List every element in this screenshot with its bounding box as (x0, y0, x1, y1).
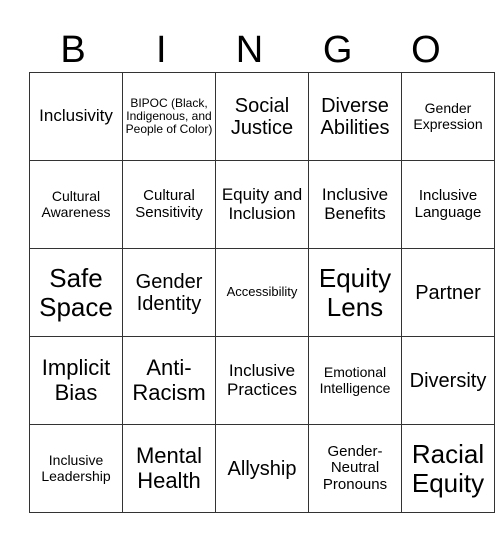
grid-row: Safe Space Gender Identity Accessibility… (29, 248, 495, 337)
bingo-cell[interactable]: Diverse Abilities (308, 72, 402, 161)
bingo-cell[interactable]: Implicit Bias (29, 336, 123, 425)
grid-row: Cultural Awareness Cultural Sensitivity … (29, 160, 495, 249)
bingo-cell[interactable]: Inclusive Language (401, 160, 495, 249)
bingo-cell[interactable]: Cultural Sensitivity (122, 160, 216, 249)
grid-row: Inclusivity BIPOC (Black, Indigenous, an… (29, 72, 495, 161)
grid-row: Implicit Bias Anti-Racism Inclusive Prac… (29, 336, 495, 425)
bingo-cell[interactable]: Gender Expression (401, 72, 495, 161)
bingo-cell[interactable]: Inclusivity (29, 72, 123, 161)
bingo-cell[interactable]: Allyship (215, 424, 309, 513)
bingo-cell[interactable]: Equity Lens (308, 248, 402, 337)
bingo-cell[interactable]: Gender Identity (122, 248, 216, 337)
bingo-cell[interactable]: Gender-Neutral Pronouns (308, 424, 402, 513)
header-letter-b: B (60, 29, 86, 71)
bingo-header: B I N G O (29, 28, 470, 72)
bingo-cell[interactable]: Emotional Intelligence (308, 336, 402, 425)
bingo-cell[interactable]: Cultural Awareness (29, 160, 123, 249)
header-letter-n: N (235, 29, 264, 71)
bingo-cell[interactable]: BIPOC (Black, Indigenous, and People of … (122, 72, 216, 161)
header-letter-o: O (411, 29, 441, 71)
bingo-cell[interactable]: Inclusive Leadership (29, 424, 123, 513)
bingo-cell[interactable]: Racial Equity (401, 424, 495, 513)
bingo-cell[interactable]: Safe Space (29, 248, 123, 337)
bingo-cell[interactable]: Social Justice (215, 72, 309, 161)
bingo-cell[interactable]: Diversity (401, 336, 495, 425)
bingo-grid: Inclusivity BIPOC (Black, Indigenous, an… (29, 72, 495, 513)
bingo-cell[interactable]: Equity and Inclusion (215, 160, 309, 249)
bingo-cell[interactable]: Mental Health (122, 424, 216, 513)
bingo-cell[interactable]: Partner (401, 248, 495, 337)
bingo-cell[interactable]: Inclusive Practices (215, 336, 309, 425)
bingo-cell[interactable]: Anti-Racism (122, 336, 216, 425)
bingo-cell[interactable]: Inclusive Benefits (308, 160, 402, 249)
header-letter-g: G (322, 29, 353, 71)
grid-row: Inclusive Leadership Mental Health Allys… (29, 424, 495, 513)
header-letter-i: I (156, 29, 167, 71)
bingo-cell[interactable]: Accessibility (215, 248, 309, 337)
